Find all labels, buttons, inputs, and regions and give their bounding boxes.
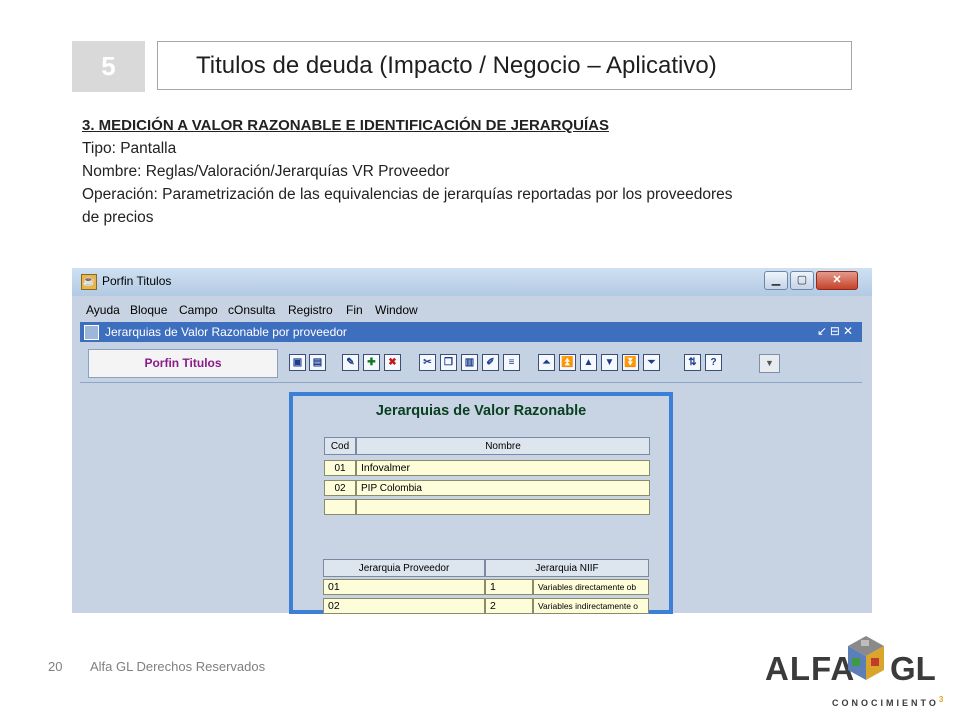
menu-bloque[interactable]: Bloque [130,303,167,317]
last-record-icon[interactable]: ⏷ [643,354,660,371]
menu-fin[interactable]: Fin [346,303,363,317]
nombre-field-empty[interactable] [356,499,650,515]
menu-consulta[interactable]: cOnsulta [228,303,275,317]
logo-text-right: GL [890,650,936,687]
java-app-icon: ☕ [81,274,97,290]
prev-block-icon[interactable]: ⏫ [559,354,576,371]
description-block: 3. MEDICIÓN A VALOR RAZONABLE E IDENTIFI… [82,114,862,229]
hierarchy-form: Jerarquias de Valor Razonable Cod Nombre… [289,392,673,614]
desc-type: Tipo: Pantalla [82,140,177,157]
form-title: Jerarquias de Valor Razonable [375,403,587,419]
inner-window-controls[interactable]: ↙⊟✕ [817,324,856,338]
first-record-icon[interactable]: ⏶ [538,354,555,371]
desc-operation-cont: de precios [82,209,154,226]
col-header-jerarquia-niif: Jerarquia NIIF [485,559,649,577]
cut-icon[interactable]: ✂ [419,354,436,371]
col-header-nombre: Nombre [356,437,650,455]
print-icon[interactable]: ▤ [309,354,326,371]
next-record-icon[interactable]: ▼ [601,354,618,371]
page-number: 20 [48,659,63,674]
nombre-field[interactable]: Infovalmer [356,460,650,476]
menu-ayuda[interactable]: Ayuda [86,303,120,317]
inner-window-title: Jerarquias de Valor Razonable por provee… [105,325,347,339]
close-button[interactable]: ✕ [816,271,858,290]
desc-operation: Operación: Parametrización de las equiva… [82,186,733,203]
edit-icon[interactable]: ✎ [342,354,359,371]
toolbar-app-label: Porfin Titulos [88,349,278,378]
window-title: Porfin Titulos [102,274,172,288]
delete-icon[interactable]: ✖ [384,354,401,371]
menu-campo[interactable]: Campo [179,303,218,317]
menu-window[interactable]: Window [375,303,418,317]
jerarquia-niif-desc: Variables indirectamente o [533,598,649,614]
logo-subtitle: CONOCIMIENTO3 [832,695,946,708]
menu-registro[interactable]: Registro [288,303,333,317]
desc-name: Nombre: Reglas/Valoración/Jerarquías VR … [82,163,450,180]
maximize-button[interactable]: ▢ [790,271,814,290]
menu-bar: Ayuda Bloque Campo cOnsulta Registro Fin… [80,298,864,322]
slide-number: 5 [72,41,145,92]
add-icon[interactable]: ✚ [363,354,380,371]
cube-logo-icon [848,636,884,680]
window-titlebar: ☕ Porfin Titulos ▁ ▢ ✕ [72,268,872,296]
col-header-cod: Cod [324,437,356,455]
section-heading: 3. MEDICIÓN A VALOR RAZONABLE E IDENTIFI… [82,117,609,134]
jerarquia-proveedor-field[interactable]: 02 [323,598,485,614]
form-icon [84,325,99,340]
cod-field[interactable]: 01 [324,460,356,476]
minimize-button[interactable]: ▁ [764,271,788,290]
swap-icon[interactable]: ⇅ [684,354,701,371]
nombre-field[interactable]: PIP Colombia [356,480,650,496]
logo-text-left: ALFA [765,650,856,687]
help-icon[interactable]: ? [705,354,722,371]
jerarquia-niif-field[interactable]: 1 [485,579,533,595]
slide-title: Titulos de deuda (Impacto / Negocio – Ap… [157,41,852,90]
footer-text: Alfa GL Derechos Reservados [90,659,266,674]
copy-icon[interactable]: ❐ [440,354,457,371]
paste-icon[interactable]: ▥ [461,354,478,371]
jerarquia-niif-desc: Variables directamente ob [533,579,649,595]
alfa-gl-logo: ALFA GL CONOCIMIENTO3 [760,628,950,714]
jerarquia-proveedor-field[interactable]: 01 [323,579,485,595]
dropdown-icon[interactable]: ▼ [759,354,780,373]
edit-field-icon[interactable]: ✐ [482,354,499,371]
next-block-icon[interactable]: ⏬ [622,354,639,371]
list-icon[interactable]: ≡ [503,354,520,371]
cod-field[interactable]: 02 [324,480,356,496]
col-header-jerarquia-proveedor: Jerarquia Proveedor [323,559,485,577]
jerarquia-niif-field[interactable]: 2 [485,598,533,614]
prev-record-icon[interactable]: ▲ [580,354,597,371]
cod-field-empty[interactable] [324,499,356,515]
slide-title-text: Titulos de deuda (Impacto / Negocio – Ap… [196,51,717,79]
inner-window-titlebar: Jerarquias de Valor Razonable por provee… [80,322,862,342]
logo-subtitle-text: CONOCIMIENTO [832,698,939,708]
toolbar: Porfin Titulos ▣ ▤ ✎ ✚ ✖ ✂ ❐ ▥ ✐ ≡ ⏶ ⏫ ▲… [80,342,862,383]
save-icon[interactable]: ▣ [289,354,306,371]
logo-superscript: 3 [938,695,947,704]
